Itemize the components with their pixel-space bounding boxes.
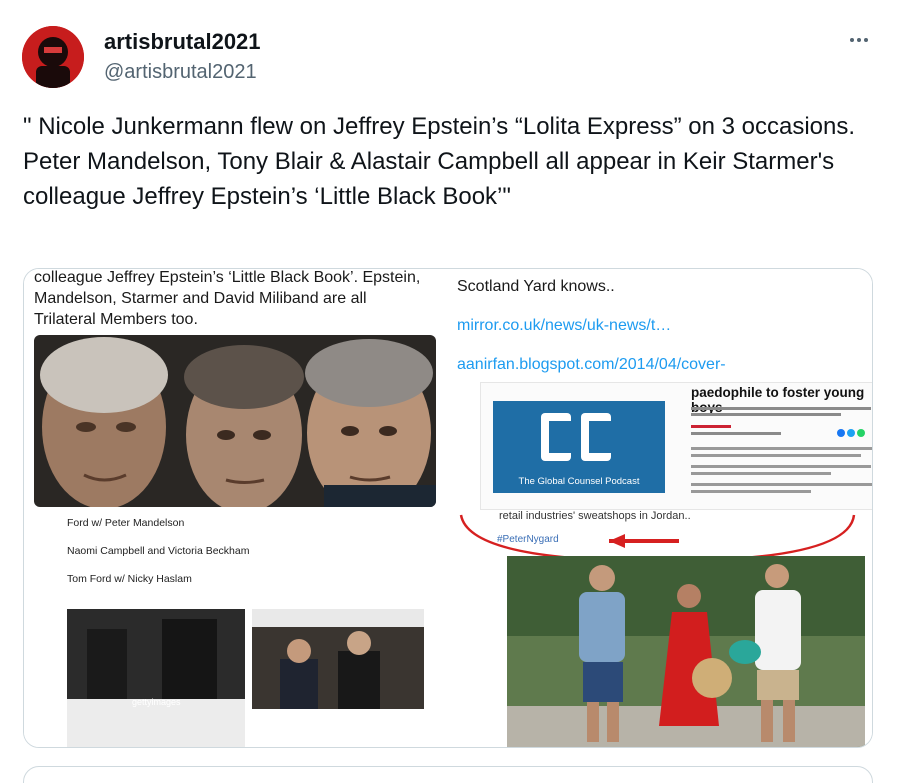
retail-text: retail industries' sweatshops in Jordan.… xyxy=(499,510,691,522)
blog-link: aanirfan.blogspot.com/2014/04/cover- xyxy=(457,356,726,373)
tweet-media[interactable]: colleague Jeffrey Epstein’s ‘Little Blac… xyxy=(23,268,873,748)
photo-caption: Ford w/ Peter Mandelson xyxy=(67,517,185,529)
getty-label: gettyimages xyxy=(132,697,181,707)
author-handle[interactable]: @artisbrutal2021 xyxy=(104,61,257,84)
mirror-link: mirror.co.uk/news/uk-news/t… xyxy=(457,317,672,334)
photo-caption: Tom Ford w/ Nicky Haslam xyxy=(67,573,192,585)
article-screenshot: paedophile to foster young boys xyxy=(480,382,872,510)
media-image-right[interactable]: Scotland Yard knows.. mirror.co.uk/news/… xyxy=(449,269,872,747)
street-photo xyxy=(507,556,865,747)
faces-photo xyxy=(34,335,436,507)
more-horizontal-icon[interactable] xyxy=(846,30,872,50)
cropped-text-line: colleague Jeffrey Epstein’s ‘Little Blac… xyxy=(34,269,421,286)
event-photo xyxy=(252,609,424,747)
tweet-text: " Nicole Junkermann flew on Jeffrey Epst… xyxy=(23,113,856,210)
hashtag-link: #PeterNygard xyxy=(497,534,559,545)
cropped-text-line: Mandelson, Starmer and David Miliband ar… xyxy=(34,290,367,307)
author-avatar[interactable] xyxy=(22,26,84,88)
cropped-text-line: Scotland Yard knows.. xyxy=(457,278,615,295)
cropped-text-line: Trilateral Members too. xyxy=(34,311,198,328)
tweet: artisbrutal2021 @artisbrutal2021 " Nicol… xyxy=(0,0,913,783)
author-name[interactable]: artisbrutal2021 xyxy=(104,29,261,55)
podcast-thumbnail: The Global Counsel Podcast xyxy=(493,401,665,493)
podcast-title: The Global Counsel Podcast xyxy=(518,476,640,487)
getty-photo: gettyimages xyxy=(67,609,245,747)
next-card xyxy=(23,766,873,783)
media-image-left[interactable]: colleague Jeffrey Epstein’s ‘Little Blac… xyxy=(24,269,449,747)
photo-caption: Naomi Campbell and Victoria Beckham xyxy=(67,545,250,557)
